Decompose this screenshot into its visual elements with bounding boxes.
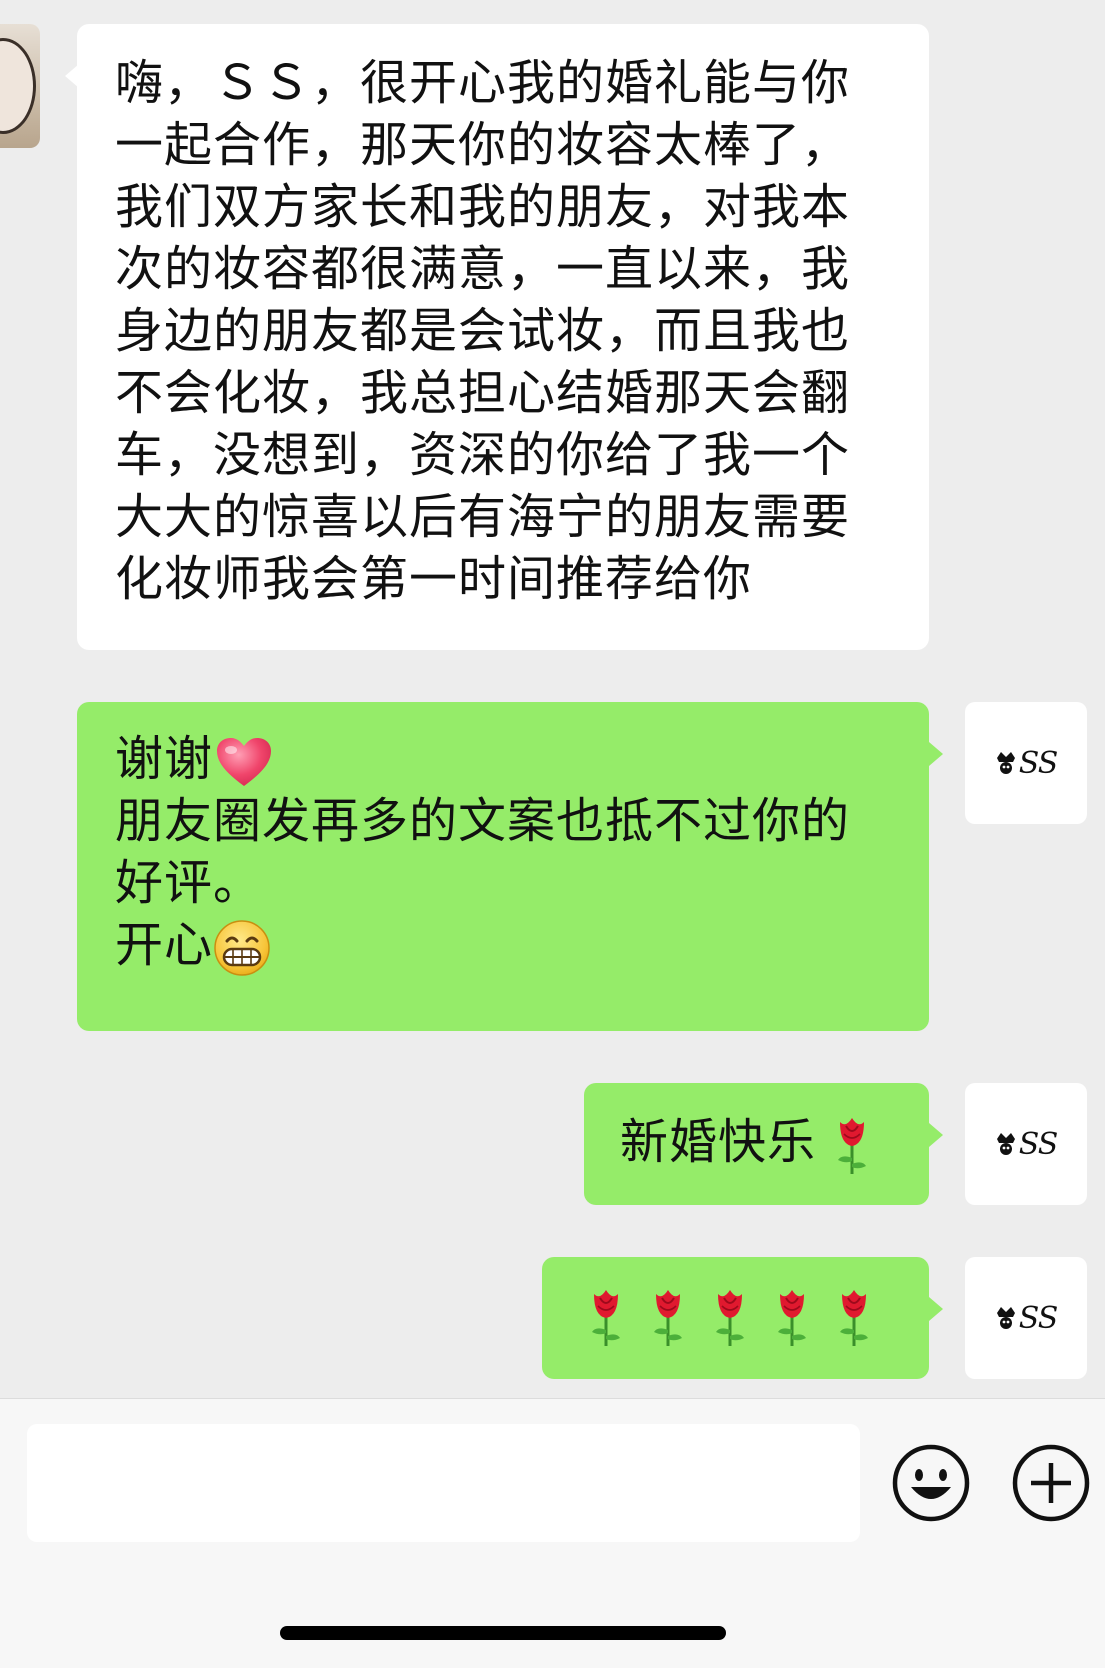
message-line: 谢谢 [115,731,214,787]
smiley-icon[interactable] [891,1443,971,1523]
message-input[interactable] [27,1424,860,1542]
rose-emoji [716,1290,744,1346]
rose-emoji [838,1118,867,1174]
my-avatar[interactable]: SS [965,702,1087,824]
avatar-logo-text: SS [1018,1126,1059,1162]
home-indicator [280,1626,726,1640]
rose-emoji [592,1290,620,1346]
crown-icon [996,1307,1015,1329]
message-line: 开心 [115,917,214,973]
contact-avatar[interactable] [0,24,40,148]
bubble-tail [929,1123,943,1147]
heart-emoji [217,738,272,786]
bubble-tail [929,742,943,766]
message-bubble-outgoing[interactable] [542,1257,943,1379]
my-avatar[interactable]: SS [965,1257,1087,1379]
chat-area[interactable]: 嗨，ＳＳ，很开心我的婚礼能与你 一起合作，那天你的妆容太棒了， 我们双方家长和我… [0,0,1105,1398]
message-bubble-outgoing[interactable]: 新婚快乐 [584,1083,943,1205]
message-line: 朋友圈发再多的文案也抵不过你的 好评。 [115,793,851,911]
plus-circle-icon[interactable] [1011,1443,1091,1523]
bubble-tail [65,64,79,88]
crown-icon [996,752,1015,774]
avatar-photo [0,38,36,134]
grin-emoji [214,920,270,976]
message-text: 谢谢 朋友圈发再多的文案也抵不过你的 好评。 开心 [115,728,893,977]
bubble-tail [929,1297,943,1321]
input-bar [0,1398,1105,1668]
avatar-logo-text: SS [1018,1300,1059,1336]
rose-emoji [840,1290,868,1346]
message-text: 嗨，ＳＳ，很开心我的婚礼能与你 一起合作，那天你的妆容太棒了， 我们双方家长和我… [115,55,851,607]
message-bubble-outgoing[interactable]: 谢谢 朋友圈发再多的文案也抵不过你的 好评。 开心 [77,702,943,1031]
message-text [586,1283,929,1348]
message-bubble-incoming[interactable]: 嗨，ＳＳ，很开心我的婚礼能与你 一起合作，那天你的妆容太棒了， 我们双方家长和我… [65,24,929,650]
message-text: 新婚快乐 [620,1111,899,1176]
avatar-logo-text: SS [1018,745,1059,781]
crown-icon [996,1133,1015,1155]
message-line: 新婚快乐 [620,1114,817,1170]
rose-emoji [778,1290,806,1346]
rose-emoji [654,1290,682,1346]
my-avatar[interactable]: SS [965,1083,1087,1205]
